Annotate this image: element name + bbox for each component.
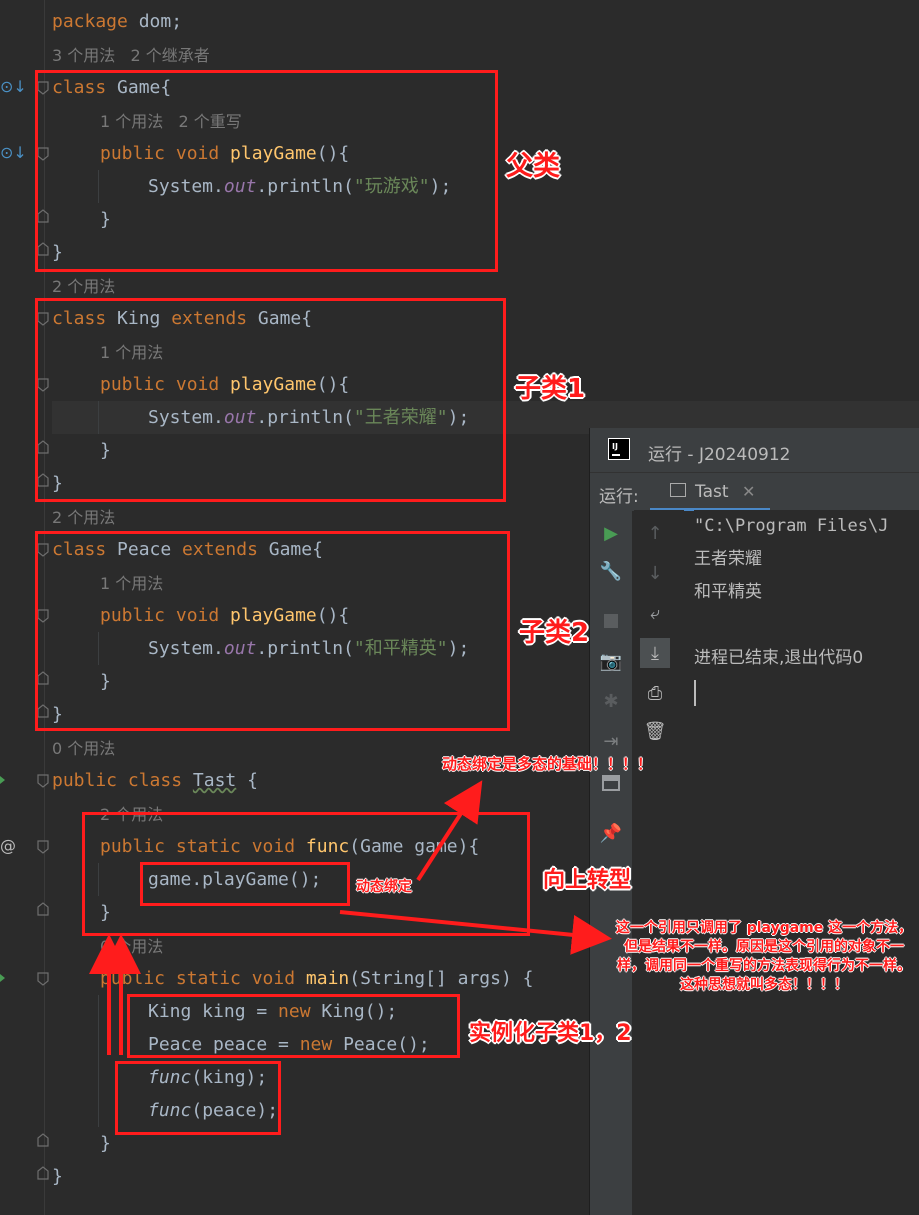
console-output[interactable]: "C:\Program Files\J 王者荣耀 和平精英 进程已结束,退出代码… [694,510,919,1215]
note-dynamic-binding: 动态绑定 [356,879,412,895]
close-icon[interactable]: ✕ [742,482,755,501]
run-toolbar-right: ↑ ↓ ⤶ ⤓ ⎙ 🗑 [634,510,684,1215]
login-icon[interactable]: ⇥ [598,728,624,754]
tab-tast[interactable]: Tast ✕ [650,473,770,511]
console-line: "C:\Program Files\J [694,516,889,536]
label-upcasting: 向上转型 [543,868,632,893]
code-line-brace: } [100,1133,111,1154]
note-explanation: 这一个引用只调用了 playgame 这一个方法，但是结果不一样。原因是这个引用… [615,920,913,993]
annotation-box-sub1 [35,298,506,502]
up-arrow-icon[interactable]: ↑ [642,520,668,546]
debug-icon[interactable]: ✱ [598,688,624,714]
stop-icon[interactable] [598,608,624,634]
annotation-box-func-calls [115,1061,281,1135]
tab-label: Tast [695,482,729,502]
run-window-title: 运行 - J20240912 [648,445,791,465]
console-line: 进程已结束,退出代码0 [694,648,864,668]
down-arrow-icon[interactable]: ↓ [642,560,668,586]
annotation-box-call [140,862,350,906]
trash-icon[interactable]: 🗑 [642,718,668,744]
label-subclass-2: 子类2 [519,618,590,648]
camera-icon[interactable]: 📷 [598,648,624,674]
text-cursor [694,680,696,706]
label-subclass-1: 子类1 [515,374,586,404]
label-parent-class: 父类 [506,151,560,182]
pin-icon[interactable]: 📌 [598,820,624,846]
run-tool-window[interactable]: IJ 运行 - J20240912 运行: Tast ✕ ▶ 🔧 📷 ✱ ⇥ 📌… [589,428,919,1215]
console-line: 王者荣耀 [694,549,762,569]
console-line: 和平精英 [694,582,762,602]
wrap-icon[interactable]: ⤶ [642,600,668,626]
annotation-box-instantiate [127,994,460,1058]
indent-guide [98,995,99,1127]
usage-hint[interactable]: 0 个用法 [52,732,115,765]
annotation-box-sub2 [35,531,510,731]
run-window-header: IJ 运行 - J20240912 [590,428,919,472]
annotation-box-parent [35,70,498,272]
code-line-package: package dom; [52,11,183,32]
run-tabs: 运行: Tast ✕ [590,472,919,511]
wrench-icon[interactable]: 🔧 [598,558,624,584]
code-line-brace: } [52,1166,63,1187]
intellij-logo-icon: IJ [608,438,630,460]
tab-icon [670,483,686,497]
code-line-class-tast: public class Tast { [52,770,258,791]
print-icon[interactable]: ⎙ [642,680,668,706]
scroll-end-icon[interactable]: ⤓ [640,638,670,668]
label-instantiate: 实例化子类1，2 [469,1021,632,1046]
run-tab-prefix: 运行: [599,487,639,507]
usage-hint[interactable]: 3 个用法 2 个继承者 [52,39,210,72]
usage-hint[interactable]: 2 个用法 [52,501,115,534]
code-line-main-signature: public static void main(String[] args) { [100,968,534,989]
run-icon[interactable]: ▶ [598,520,624,546]
note-dynamic-basis: 动态绑定是多态的基础！！！！ [442,755,653,773]
